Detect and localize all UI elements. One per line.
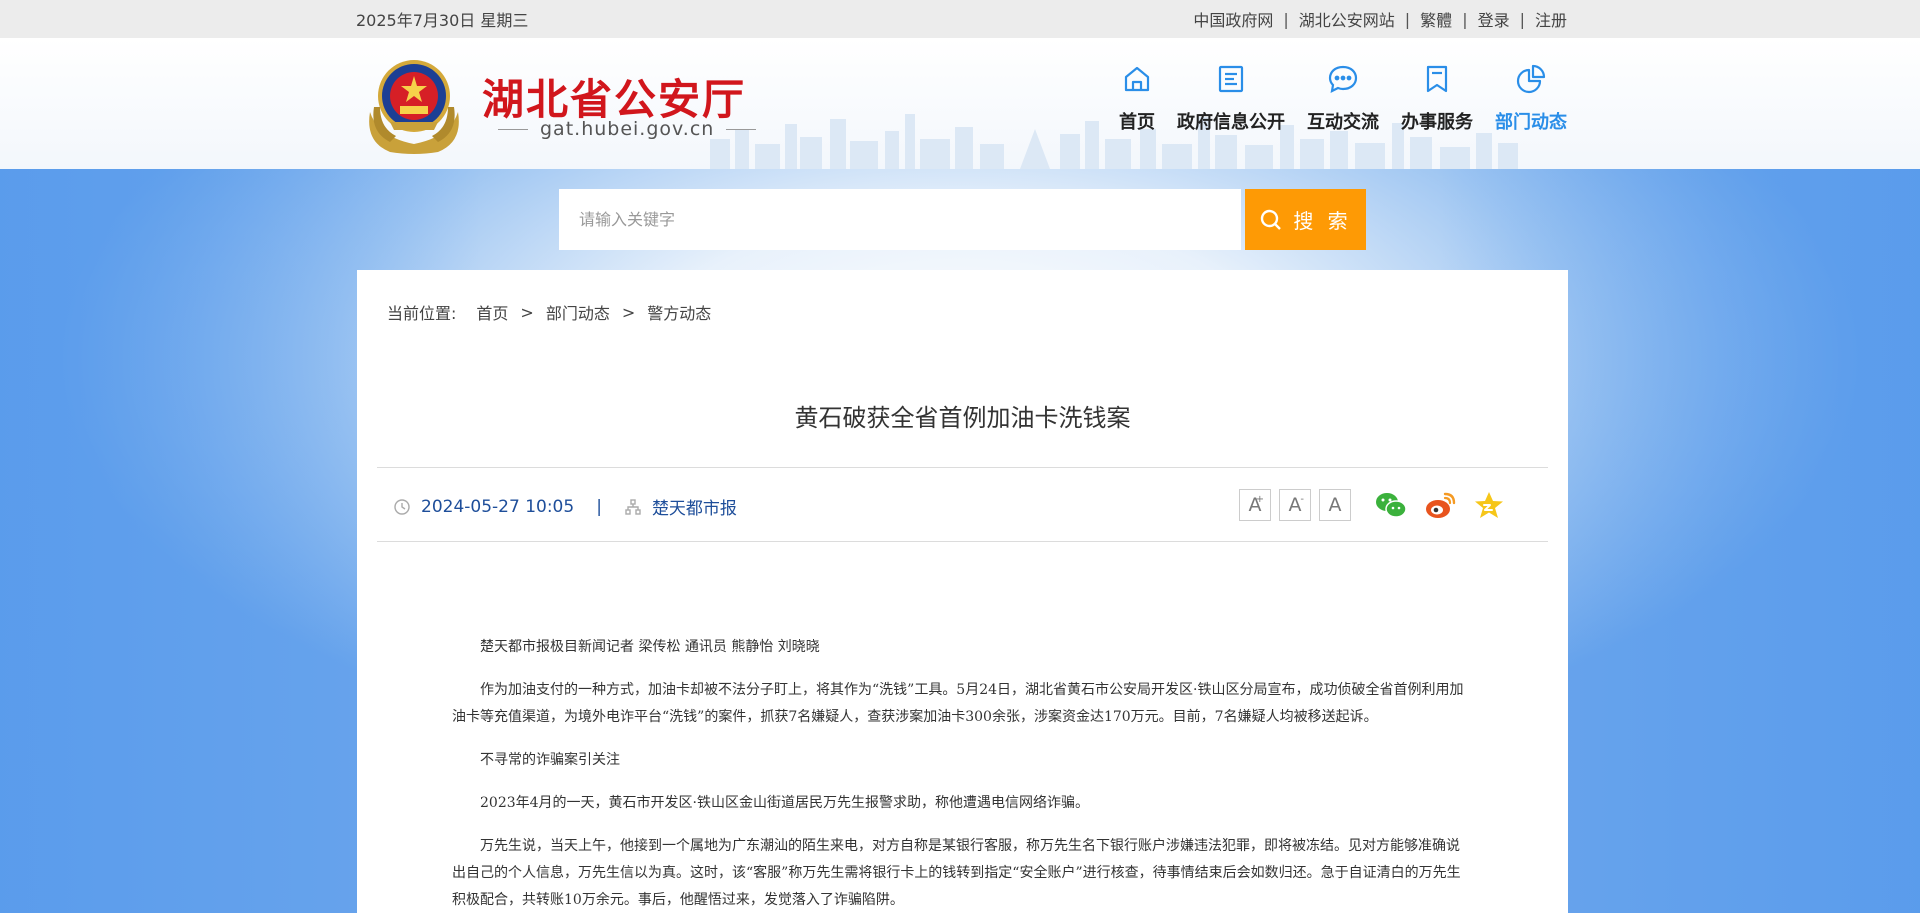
- breadcrumb-separator: >: [520, 302, 534, 322]
- link-register[interactable]: 注册: [1535, 7, 1567, 31]
- search-bar: 搜 索: [559, 189, 1366, 250]
- meta-divider: |: [596, 496, 602, 517]
- nav-label: 办事服务: [1401, 112, 1473, 133]
- breadcrumb-dept-news[interactable]: 部门动态: [546, 300, 610, 324]
- article-meta: 2024-05-27 10:05 | 楚天都市报: [393, 494, 737, 519]
- font-size-reset-button[interactable]: A: [1319, 489, 1351, 521]
- favorite-button[interactable]: [1472, 488, 1506, 522]
- article-paragraph: 万先生说，当天上午，他接到一个属地为广东潮汕的陌生来电，对方自称是某银行客服，称…: [452, 838, 1461, 908]
- main-nav: 首页 政府信息公开 互动交流 办事服务 部门动态: [1119, 62, 1567, 134]
- font-size-plus-mark: +: [1255, 494, 1264, 505]
- article-title: 黄石破获全省首例加油卡洗钱案: [794, 404, 1131, 432]
- favorite-star-icon: [1475, 492, 1503, 518]
- link-gov-cn[interactable]: 中国政府网: [1193, 7, 1273, 31]
- content-panel: 当前位置: 首页 > 部门动态 > 警方动态 黄石破获全省首例加油卡洗钱案 20…: [357, 270, 1568, 913]
- nav-label: 首页: [1119, 112, 1155, 133]
- font-size-label: A: [1328, 494, 1342, 516]
- site-domain-text: gat.hubei.gov.cn: [540, 118, 715, 140]
- link-traditional-chinese[interactable]: 繁體: [1420, 7, 1452, 31]
- site-domain: gat.hubei.gov.cn: [486, 118, 768, 140]
- top-link-separator: |: [1283, 9, 1289, 29]
- breadcrumb-separator: >: [621, 302, 636, 322]
- domain-right-line: [726, 128, 757, 130]
- nav-interaction[interactable]: 互动交流: [1307, 62, 1379, 134]
- link-hubei-police[interactable]: 湖北公安网站: [1299, 7, 1395, 31]
- document-icon: [1218, 65, 1244, 93]
- search-button-label: 搜 索: [1293, 209, 1352, 233]
- home-icon: [1124, 66, 1150, 92]
- police-emblem-logo[interactable]: [360, 52, 468, 156]
- nav-gov-info[interactable]: 政府信息公开: [1177, 62, 1285, 134]
- chat-bubble-icon: [1328, 65, 1358, 93]
- font-size-minus-mark: -: [1300, 494, 1304, 505]
- article-tools: A + A- A: [1239, 488, 1506, 522]
- pie-chart-icon: [1516, 64, 1546, 94]
- breadcrumb-lead: 当前位置:: [387, 304, 457, 323]
- nav-home[interactable]: 首页: [1119, 62, 1155, 134]
- article-paragraph: 不寻常的诈骗案引关注: [480, 752, 620, 768]
- share-weibo-button[interactable]: [1423, 488, 1457, 522]
- breadcrumb: 当前位置: 首页 > 部门动态 > 警方动态: [387, 300, 711, 324]
- nav-services[interactable]: 办事服务: [1401, 62, 1473, 134]
- top-link-separator: |: [1404, 9, 1411, 29]
- top-links: 中国政府网 | 湖北公安网站 | 繁體 | 登录 | 注册: [1193, 7, 1567, 31]
- top-bar: 2025年7月30日 星期三 中国政府网 | 湖北公安网站 | 繁體 | 登录 …: [0, 0, 1920, 38]
- top-link-separator: |: [1462, 9, 1468, 29]
- article-paragraph: 2023年4月的一天，黄石市开发区·铁山区金山街道居民万先生报警求助，称他遭遇电…: [480, 795, 1089, 811]
- current-date: 2025年7月30日 星期三: [356, 11, 529, 30]
- weibo-icon: [1426, 492, 1456, 518]
- clock-icon: [394, 498, 410, 515]
- font-size-increase-button[interactable]: A +: [1239, 489, 1271, 521]
- search-input[interactable]: [559, 189, 1241, 250]
- source-icon: [625, 498, 641, 515]
- nav-label: 互动交流: [1307, 112, 1379, 133]
- bookmark-icon: [1426, 65, 1448, 93]
- meta-divider-line: [377, 541, 1548, 542]
- article-paragraph: 作为加油支付的一种方式，加油卡却被不法分子盯上，将其作为“洗钱”工具。5月24日…: [452, 682, 1464, 725]
- font-size-decrease-button[interactable]: A-: [1279, 489, 1311, 521]
- site-header: 湖北省公安厅 gat.hubei.gov.cn 首页 政府信息公开 互动交流 办…: [0, 38, 1920, 169]
- top-link-separator: |: [1519, 9, 1525, 29]
- breadcrumb-home[interactable]: 首页: [476, 300, 508, 324]
- share-wechat-button[interactable]: [1374, 488, 1408, 522]
- publish-date: 2024-05-27 10:05: [421, 496, 575, 517]
- title-divider: [377, 467, 1548, 468]
- breadcrumb-police-news[interactable]: 警方动态: [647, 300, 711, 324]
- article-body: 楚天都市报极目新闻记者 梁传松 通讯员 熊静怡 刘晓晓 作为加油支付的一种方式，…: [452, 634, 1472, 913]
- wechat-icon: [1376, 493, 1407, 518]
- article-paragraph: 楚天都市报极目新闻记者 梁传松 通讯员 熊静怡 刘晓晓: [480, 639, 820, 655]
- article-source[interactable]: 楚天都市报: [652, 494, 737, 519]
- search-button[interactable]: 搜 索: [1245, 189, 1366, 250]
- nav-dept-news[interactable]: 部门动态: [1495, 62, 1567, 134]
- search-icon: [1261, 209, 1282, 230]
- nav-label: 政府信息公开: [1177, 112, 1285, 133]
- nav-label: 部门动态: [1495, 112, 1567, 133]
- domain-left-line: [498, 128, 528, 130]
- link-login[interactable]: 登录: [1478, 7, 1510, 31]
